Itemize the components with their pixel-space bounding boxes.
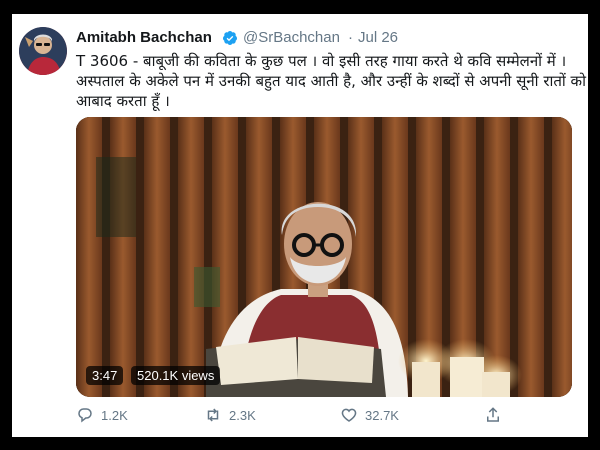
separator-dot: · — [348, 29, 353, 46]
reply-button[interactable]: 1.2K — [76, 404, 128, 426]
author-handle[interactable]: @SrBachchan — [243, 29, 340, 46]
retweet-count: 2.3K — [229, 407, 256, 423]
avatar[interactable] — [19, 27, 67, 75]
video-duration: 3:47 — [86, 366, 124, 385]
retweet-icon — [207, 408, 219, 422]
tweet-text: T 3606 - बाबूजी की कविता के कुछ पल । वो … — [76, 51, 586, 111]
author-name[interactable]: Amitabh Bachchan — [76, 29, 212, 46]
tweet-card[interactable]: Amitabh Bachchan @SrBachchan · Jul 26 T … — [12, 14, 588, 437]
share-icon — [487, 407, 499, 422]
share-button[interactable] — [484, 404, 502, 426]
video-views: 520.1K views — [131, 366, 221, 385]
tweet-date[interactable]: Jul 26 — [358, 29, 398, 46]
like-count: 32.7K — [365, 407, 399, 423]
reply-icon — [78, 408, 92, 423]
tweet-actions: 1.2K 2.3K 32.7K — [76, 404, 526, 428]
like-button[interactable]: 32.7K — [340, 404, 399, 426]
like-icon — [341, 408, 357, 422]
tweet-text-line: T 3606 - बाबूजी की कविता के कुछ पल । वो … — [76, 52, 567, 70]
retweet-button[interactable]: 2.3K — [204, 404, 256, 426]
reply-count: 1.2K — [101, 407, 128, 423]
verified-badge-icon — [223, 31, 237, 45]
tweet-text-line: आबाद करता हूँ । — [76, 92, 170, 110]
video-frame — [76, 117, 572, 397]
video-player[interactable]: 3:47 520.1K views — [76, 117, 572, 397]
tweet-text-line: अस्पताल के अकेले पन में उनकी बहुत याद आत… — [76, 72, 586, 90]
